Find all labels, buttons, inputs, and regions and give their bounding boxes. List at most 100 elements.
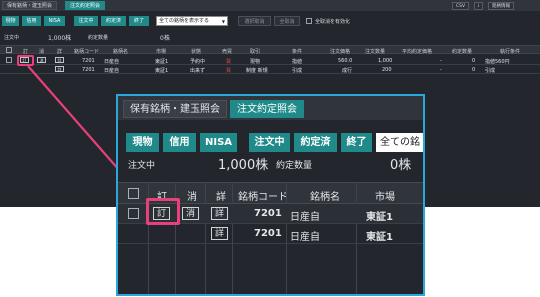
trade-type: 現物 (250, 58, 261, 65)
order-status: 出来ず (190, 67, 206, 74)
zoom-stock-code: 7201 (254, 208, 282, 219)
col-cancel: 消 (39, 49, 45, 55)
zoom-filter-filled-button[interactable]: 約定済 (294, 133, 337, 152)
col-market: 市場 (156, 49, 167, 55)
table-row[interactable]: 詳 7201 日産自 東証1 出来ず 買 制度 新規 引成 成行 200 - 0… (0, 65, 540, 74)
zoom-order-count-label: 注文中 (128, 161, 156, 171)
filter-cash-button[interactable]: 現物 (2, 16, 19, 26)
zoom-detail-button[interactable]: 詳 (211, 227, 228, 240)
col-qty: 注文数量 (365, 49, 386, 55)
filled-qty: 0 (472, 57, 476, 64)
cancel-all-button[interactable]: 全取消 (274, 16, 300, 26)
zoom-filled-count-label: 約定数量 (276, 161, 313, 171)
filter-pending-button[interactable]: 注文中 (74, 16, 98, 26)
enable-cancel-all-checkbox[interactable] (306, 18, 312, 24)
zoom-col-code: 銘柄コード (238, 192, 288, 203)
filter-margin-button[interactable]: 信用 (22, 16, 41, 26)
zoom-market: 東証1 (366, 232, 393, 243)
order-count-value: 1,000株 (48, 35, 72, 42)
zoom-display-select[interactable]: 全ての銘 (376, 133, 423, 152)
col-status: 状態 (191, 49, 202, 55)
exec-condition: 指値560円 (485, 58, 510, 65)
col-exec: 執行条件 (500, 49, 521, 55)
avg-price: - (440, 66, 442, 73)
tab-bar: 保有銘柄・建玉照会 注文約定照会 CSV i 銘柄情報 (0, 0, 540, 11)
stock-name: 日産自 (104, 58, 120, 65)
zoom-tab-order-inquiry[interactable]: 注文約定照会 (230, 100, 304, 118)
zoom-filter-margin-button[interactable]: 信用 (163, 133, 196, 152)
stock-code: 7201 (82, 66, 95, 73)
trade-type: 制度 新規 (246, 67, 268, 74)
order-condition: 指値 (292, 58, 303, 65)
zoom-tab-bar: 保有銘柄・建玉照会 注文約定照会 (118, 96, 423, 120)
zoom-callout: 保有銘柄・建玉照会 注文約定照会 現物 信用 NISA 注文中 約定済 終了 全… (116, 94, 425, 296)
filled-count-value: 0株 (160, 35, 170, 42)
table-row[interactable]: 訂 消 詳 7201 日産自 東証1 予約中 買 現物 指値 560.0 1,0… (0, 56, 540, 65)
filled-qty: 0 (472, 66, 476, 73)
order-qty: 1,000 (378, 57, 393, 64)
zoom-col-cancel: 消 (187, 192, 197, 203)
detail-button[interactable]: 詳 (55, 57, 64, 63)
col-trade: 取引 (250, 49, 261, 55)
stock-code: 7201 (82, 57, 95, 64)
zoom-stock-code: 7201 (254, 228, 282, 239)
table-header: 訂 消 詳 銘柄コード 銘柄名 市場 状態 売買 取引 条件 注文価格 注文数量… (0, 45, 540, 55)
display-select-value: 全ての銘柄を表示する (159, 18, 210, 24)
display-select[interactable]: 全ての銘柄を表示する ▼ (156, 16, 228, 26)
zoom-detail-button[interactable]: 詳 (211, 207, 228, 220)
col-condition: 条件 (292, 49, 303, 55)
zoom-filled-count-value: 0株 (390, 158, 412, 173)
edit-highlight-small (17, 55, 34, 66)
csv-button[interactable]: CSV (452, 2, 470, 10)
edit-highlight-large (146, 198, 180, 225)
zoom-tab-holdings[interactable]: 保有銘柄・建玉照会 (123, 100, 227, 118)
order-condition: 引成 (292, 67, 303, 74)
zoom-stock-name: 日産自 (290, 212, 320, 223)
col-avg-price: 平均約定価格 (402, 49, 433, 55)
zoom-filter-cash-button[interactable]: 現物 (126, 133, 159, 152)
filter-filled-button[interactable]: 約定済 (101, 16, 126, 26)
zoom-table-row[interactable]: 詳 7201 日産自 東証1 (118, 224, 423, 244)
order-price: 成行 (342, 67, 353, 74)
zoom-stock-name: 日産自 (290, 232, 320, 243)
col-side: 売買 (222, 49, 233, 55)
avg-price: - (440, 57, 442, 64)
zoom-filter-pending-button[interactable]: 注文中 (249, 133, 290, 152)
tab-holdings[interactable]: 保有銘柄・建玉照会 (2, 1, 58, 10)
zoom-row-checkbox[interactable] (128, 208, 139, 219)
zoom-cancel-order-button[interactable]: 消 (182, 207, 199, 220)
zoom-filter-nisa-button[interactable]: NISA (200, 133, 237, 152)
order-price: 560.0 (338, 57, 353, 64)
zoom-select-all-checkbox[interactable] (128, 188, 139, 199)
detail-button[interactable]: 詳 (55, 66, 64, 72)
filled-count-label: 約定数量 (88, 35, 109, 41)
col-filled-qty: 約定数量 (452, 49, 473, 55)
order-qty: 200 (382, 66, 392, 73)
select-all-checkbox[interactable] (6, 47, 12, 53)
zoom-col-name: 銘柄名 (310, 192, 340, 203)
col-code: 銘柄コード (74, 49, 100, 55)
filter-ended-button[interactable]: 終了 (129, 16, 149, 26)
filter-nisa-button[interactable]: NISA (44, 16, 65, 26)
order-count-label: 注文中 (4, 35, 20, 41)
zoom-filter-ended-button[interactable]: 終了 (341, 133, 372, 152)
zoom-col-market: 市場 (375, 192, 395, 203)
chevron-down-icon: ▼ (221, 19, 225, 24)
trade-side: 買 (226, 58, 232, 65)
row-checkbox[interactable] (6, 57, 12, 63)
tab-order-inquiry[interactable]: 注文約定照会 (65, 1, 106, 10)
col-price: 注文価格 (330, 49, 351, 55)
select-cancel-button[interactable]: 選択取消 (238, 16, 271, 26)
stock-name: 日産自 (104, 67, 120, 74)
col-edit: 訂 (23, 49, 29, 55)
cancel-order-button[interactable]: 消 (37, 57, 46, 63)
info-icon[interactable]: i (474, 2, 483, 10)
market: 東証1 (155, 58, 169, 65)
zoom-col-detail: 詳 (216, 192, 226, 203)
exec-condition: 引成 (485, 67, 496, 74)
stock-info-button[interactable]: 銘柄情報 (488, 2, 514, 10)
market: 東証1 (155, 67, 169, 74)
trade-side: 買 (226, 67, 232, 74)
col-name: 銘柄名 (113, 49, 129, 55)
enable-cancel-all-label: 全取消を有効化 (315, 19, 351, 25)
